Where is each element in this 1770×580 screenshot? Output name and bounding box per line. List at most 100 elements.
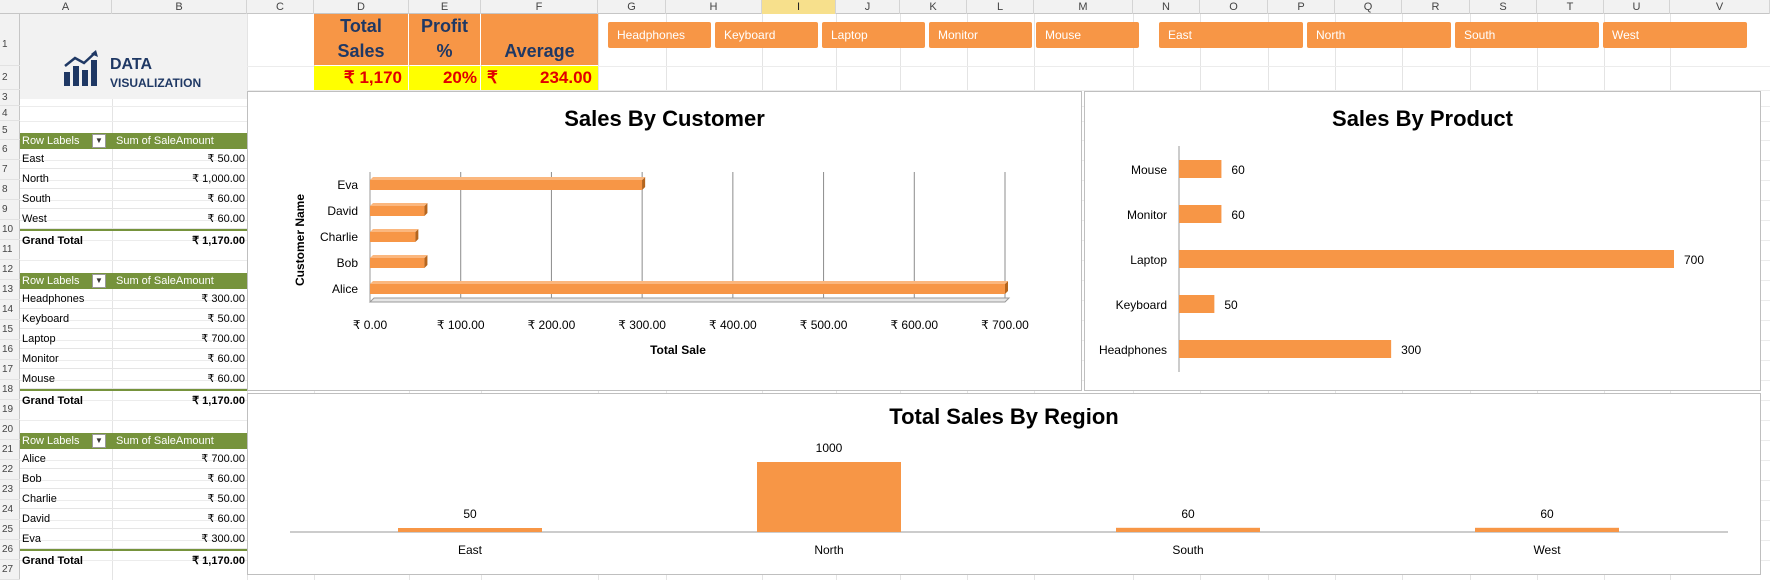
pivot-table[interactable]: Row Labels ▼ Sum of SaleAmount Headphones ₹ … [20, 273, 247, 409]
row-header-24[interactable]: 24 [0, 500, 20, 520]
row-header-2[interactable]: 2 [0, 66, 20, 90]
pivot-row[interactable]: Mouse ₹ 60.00 [20, 369, 247, 389]
pivot-row[interactable]: Eva ₹ 300.00 [20, 529, 247, 549]
row-header-20[interactable]: 20 [0, 420, 20, 440]
row-header-15[interactable]: 15 [0, 320, 20, 340]
column-header-S[interactable]: S [1470, 0, 1537, 14]
pivot-row[interactable]: Keyboard ₹ 50.00 [20, 309, 247, 329]
column-header-V[interactable]: V [1670, 0, 1770, 14]
column-header-A[interactable]: A [20, 0, 112, 14]
x-tick-label: ₹ 500.00 [800, 318, 848, 332]
filter-dropdown-icon[interactable]: ▼ [92, 274, 106, 288]
slicer-button-product[interactable]: Headphones [608, 22, 711, 48]
column-header-T[interactable]: T [1537, 0, 1604, 14]
bar [757, 462, 901, 532]
slicer-button-product[interactable]: Mouse [1036, 22, 1139, 48]
column-header-N[interactable]: N [1133, 0, 1200, 14]
column-header-L[interactable]: L [967, 0, 1034, 14]
pivot-row[interactable]: West ₹ 60.00 [20, 209, 247, 229]
pivot-row[interactable]: Charlie ₹ 50.00 [20, 489, 247, 509]
pivot-grand-total-row[interactable]: Grand Total ₹ 1,170.00 [20, 389, 247, 409]
row-header-16[interactable]: 16 [0, 340, 20, 360]
pivot-row-value: ₹ 60.00 [207, 213, 245, 225]
row-header-6[interactable]: 6 [0, 140, 20, 160]
row-header-8[interactable]: 8 [0, 180, 20, 200]
row-header-4[interactable]: 4 [0, 106, 20, 121]
pivot-row[interactable]: South ₹ 60.00 [20, 189, 247, 209]
column-header-O[interactable]: O [1200, 0, 1268, 14]
pivot-row[interactable]: East ₹ 50.00 [20, 149, 247, 169]
slicer-button-region[interactable]: East [1159, 22, 1303, 48]
column-header-R[interactable]: R [1402, 0, 1470, 14]
column-header-E[interactable]: E [409, 0, 481, 14]
kpi-profit-value[interactable]: 20% [409, 66, 480, 90]
column-header-Q[interactable]: Q [1335, 0, 1402, 14]
column-header-P[interactable]: P [1268, 0, 1335, 14]
row-header-5[interactable]: 5 [0, 121, 20, 140]
column-header-I[interactable]: I [762, 0, 836, 14]
row-header-13[interactable]: 13 [0, 280, 20, 300]
pivot-row[interactable]: Monitor ₹ 60.00 [20, 349, 247, 369]
pivot-row[interactable]: North ₹ 1,000.00 [20, 169, 247, 189]
column-header-F[interactable]: F [481, 0, 598, 14]
pivot-row-label: Charlie [22, 493, 57, 505]
bar [370, 232, 416, 242]
chart-total-sales-by-region[interactable]: Total Sales By Region 50 East 1000 North 60 S… [247, 393, 1761, 575]
kpi-total-sales-value[interactable]: ₹ 1,170 [314, 66, 408, 90]
slicer-button-product[interactable]: Keyboard [715, 22, 818, 48]
row-header-17[interactable]: 17 [0, 360, 20, 380]
filter-dropdown-icon[interactable]: ▼ [92, 434, 106, 448]
pivot-grand-total-row[interactable]: Grand Total ₹ 1,170.00 [20, 229, 247, 249]
row-header-18[interactable]: 18 [0, 380, 20, 400]
slicer-button-product[interactable]: Laptop [822, 22, 925, 48]
column-header-D[interactable]: D [314, 0, 409, 14]
column-header-C[interactable]: C [247, 0, 314, 14]
row-header-19[interactable]: 19 [0, 400, 20, 420]
pivot-row[interactable]: David ₹ 60.00 [20, 509, 247, 529]
pivot-row[interactable]: Headphones ₹ 300.00 [20, 289, 247, 309]
row-header-27[interactable]: 27 [0, 560, 20, 580]
slicer-button-region[interactable]: North [1307, 22, 1451, 48]
pivot-table[interactable]: Row Labels ▼ Sum of SaleAmount East ₹ 50.00 N… [20, 133, 247, 249]
column-header-U[interactable]: U [1604, 0, 1670, 14]
pivot-row[interactable]: Laptop ₹ 700.00 [20, 329, 247, 349]
data-label: 300 [1401, 343, 1421, 357]
column-header-B[interactable]: B [112, 0, 247, 14]
row-header-22[interactable]: 22 [0, 460, 20, 480]
row-header-7[interactable]: 7 [0, 160, 20, 180]
bar-top [370, 177, 646, 180]
kpi-average-currency: ₹ [487, 68, 498, 87]
filter-dropdown-icon[interactable]: ▼ [92, 134, 106, 148]
row-header-9[interactable]: 9 [0, 200, 20, 220]
row-header-21[interactable]: 21 [0, 440, 20, 460]
row-header-14[interactable]: 14 [0, 300, 20, 320]
pivot-row[interactable]: Alice ₹ 700.00 [20, 449, 247, 469]
row-header-1[interactable]: 1 [0, 14, 20, 66]
row-header-11[interactable]: 11 [0, 240, 20, 260]
column-header-M[interactable]: M [1034, 0, 1133, 14]
column-header-H[interactable]: H [666, 0, 762, 14]
pivot-table[interactable]: Row Labels ▼ Sum of SaleAmount Alice ₹ 700.0… [20, 433, 247, 569]
pivot-row[interactable]: Bob ₹ 60.00 [20, 469, 247, 489]
row-header-25[interactable]: 25 [0, 520, 20, 540]
logo-text-line1: DATA [110, 56, 153, 73]
row-header-23[interactable]: 23 [0, 480, 20, 500]
slicer-button-region[interactable]: South [1455, 22, 1599, 48]
row-header-10[interactable]: 10 [0, 220, 20, 240]
slicer-button-product[interactable]: Monitor [929, 22, 1032, 48]
column-header-K[interactable]: K [900, 0, 967, 14]
row-header-26[interactable]: 26 [0, 540, 20, 560]
kpi-average-sales-value[interactable]: ₹ 234.00 [481, 66, 598, 90]
column-header-J[interactable]: J [836, 0, 900, 14]
row-header-3[interactable]: 3 [0, 90, 20, 106]
pivot-grand-total-row[interactable]: Grand Total ₹ 1,170.00 [20, 549, 247, 569]
pivot-row-value: ₹ 1,000.00 [192, 173, 245, 185]
slicer-button-region[interactable]: West [1603, 22, 1747, 48]
pivot-header: Row Labels ▼ Sum of SaleAmount [20, 273, 247, 289]
chart-sales-by-customer[interactable]: Sales By Customer ₹ 0.00 ₹ 100.00 ₹ 200.00… [247, 91, 1082, 391]
row-header-12[interactable]: 12 [0, 260, 20, 280]
column-header-G[interactable]: G [598, 0, 666, 14]
pivot-row-label: North [22, 173, 49, 185]
chart-sales-by-product[interactable]: Sales By Product 300 Headphones 50 Keyboard… [1084, 91, 1761, 391]
data-label: 60 [1231, 208, 1245, 222]
